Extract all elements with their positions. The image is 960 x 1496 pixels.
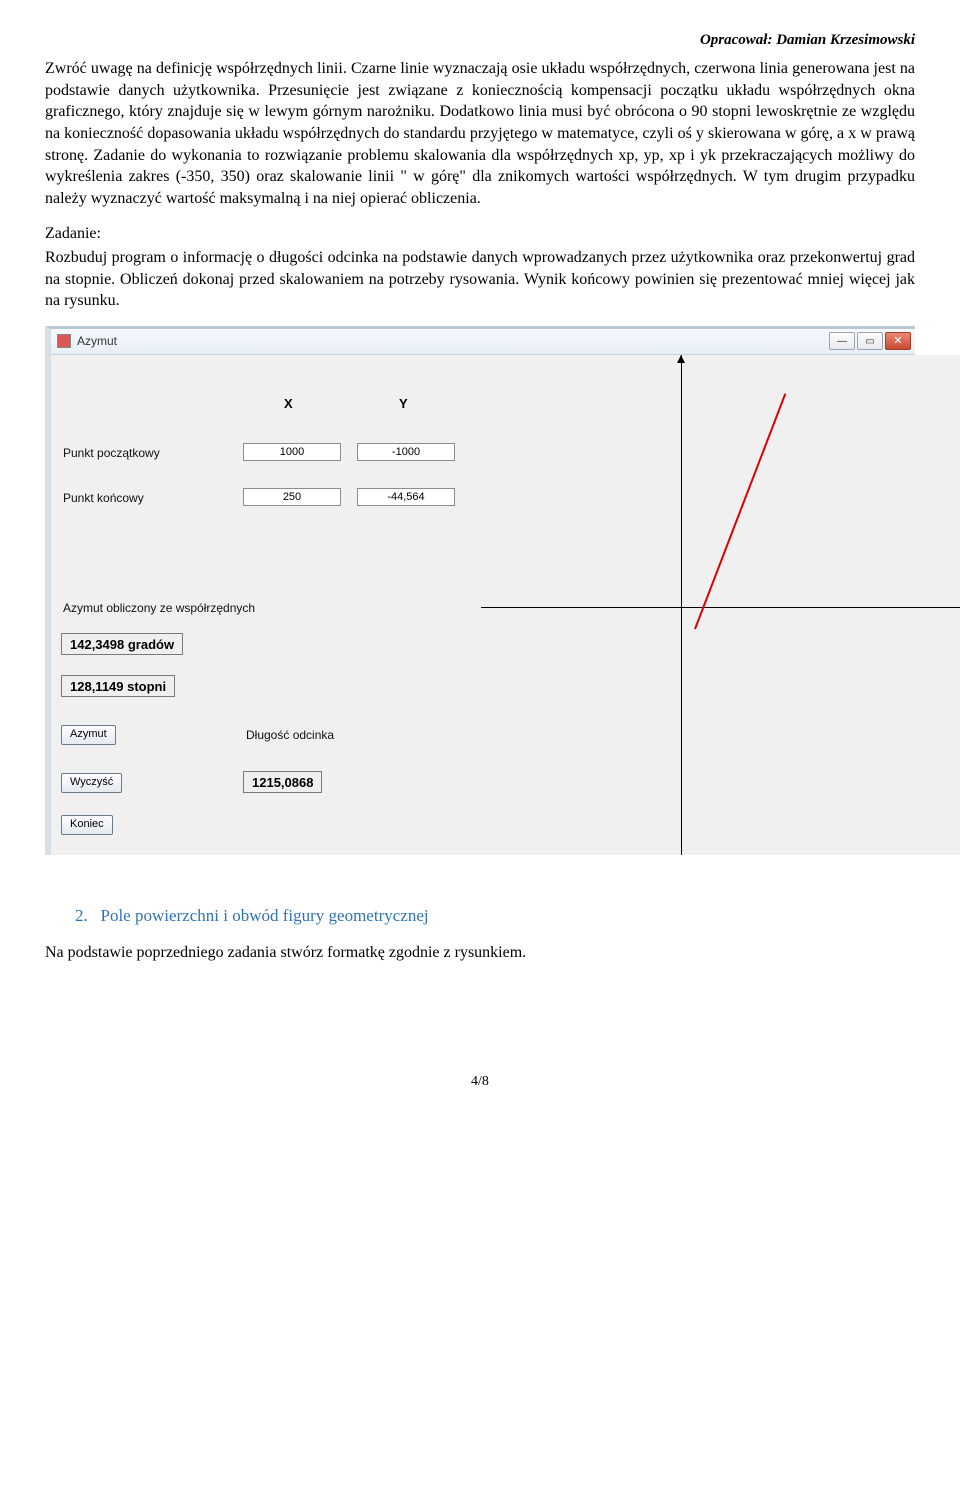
- x2-input[interactable]: 250: [243, 488, 341, 506]
- x-axis: [481, 607, 960, 608]
- app-icon: [57, 334, 71, 348]
- plot-area: [481, 355, 960, 855]
- author-line: Opracował: Damian Krzesimowski: [45, 30, 915, 50]
- column-x-header: X: [284, 395, 293, 413]
- task-label: Zadanie:: [45, 223, 915, 245]
- close-button[interactable]: ✕: [885, 332, 911, 350]
- length-readout: 1215,0868: [243, 771, 322, 793]
- section-title: Pole powierzchni i obwód figury geometry…: [101, 906, 429, 925]
- section-number: 2.: [75, 906, 88, 925]
- exit-button[interactable]: Koniec: [61, 815, 113, 835]
- y-axis: [681, 355, 682, 855]
- section-text: Na podstawie poprzedniego zadania stwórz…: [45, 942, 915, 964]
- y1-input[interactable]: -1000: [357, 443, 455, 461]
- maximize-button[interactable]: ▭: [857, 332, 883, 350]
- window-client-area: X Y Punkt początkowy 1000 -1000 Punkt ko…: [51, 355, 915, 855]
- plotted-line: [694, 393, 786, 629]
- x1-input[interactable]: 1000: [243, 443, 341, 461]
- end-point-label: Punkt końcowy: [63, 490, 144, 506]
- azimuth-deg-readout: 128,1149 stopni: [61, 675, 175, 697]
- length-label: Długość odcinka: [246, 727, 334, 743]
- azimuth-grad-readout: 142,3498 gradów: [61, 633, 183, 655]
- task-text: Rozbuduj program o informację o długości…: [45, 247, 915, 312]
- y2-input[interactable]: -44,564: [357, 488, 455, 506]
- start-point-label: Punkt początkowy: [63, 445, 160, 461]
- compute-azimuth-button[interactable]: Azymut: [61, 725, 116, 745]
- clear-button[interactable]: Wyczyść: [61, 773, 122, 793]
- app-window: Azymut — ▭ ✕ X Y Punkt początkowy 1000 -…: [45, 326, 915, 855]
- section-heading: 2. Pole powierzchni i obwód figury geome…: [75, 905, 915, 928]
- column-y-header: Y: [399, 395, 408, 413]
- page-footer: 4/8: [45, 1073, 915, 1092]
- window-titlebar: Azymut — ▭ ✕: [51, 329, 915, 355]
- azimuth-computed-label: Azymut obliczony ze współrzędnych: [63, 600, 255, 616]
- window-title: Azymut: [77, 333, 117, 349]
- paragraph-intro: Zwróć uwagę na definicję współrzędnych l…: [45, 58, 915, 209]
- window-buttons: — ▭ ✕: [829, 332, 911, 350]
- y-axis-arrow-icon: [677, 355, 685, 363]
- minimize-button[interactable]: —: [829, 332, 855, 350]
